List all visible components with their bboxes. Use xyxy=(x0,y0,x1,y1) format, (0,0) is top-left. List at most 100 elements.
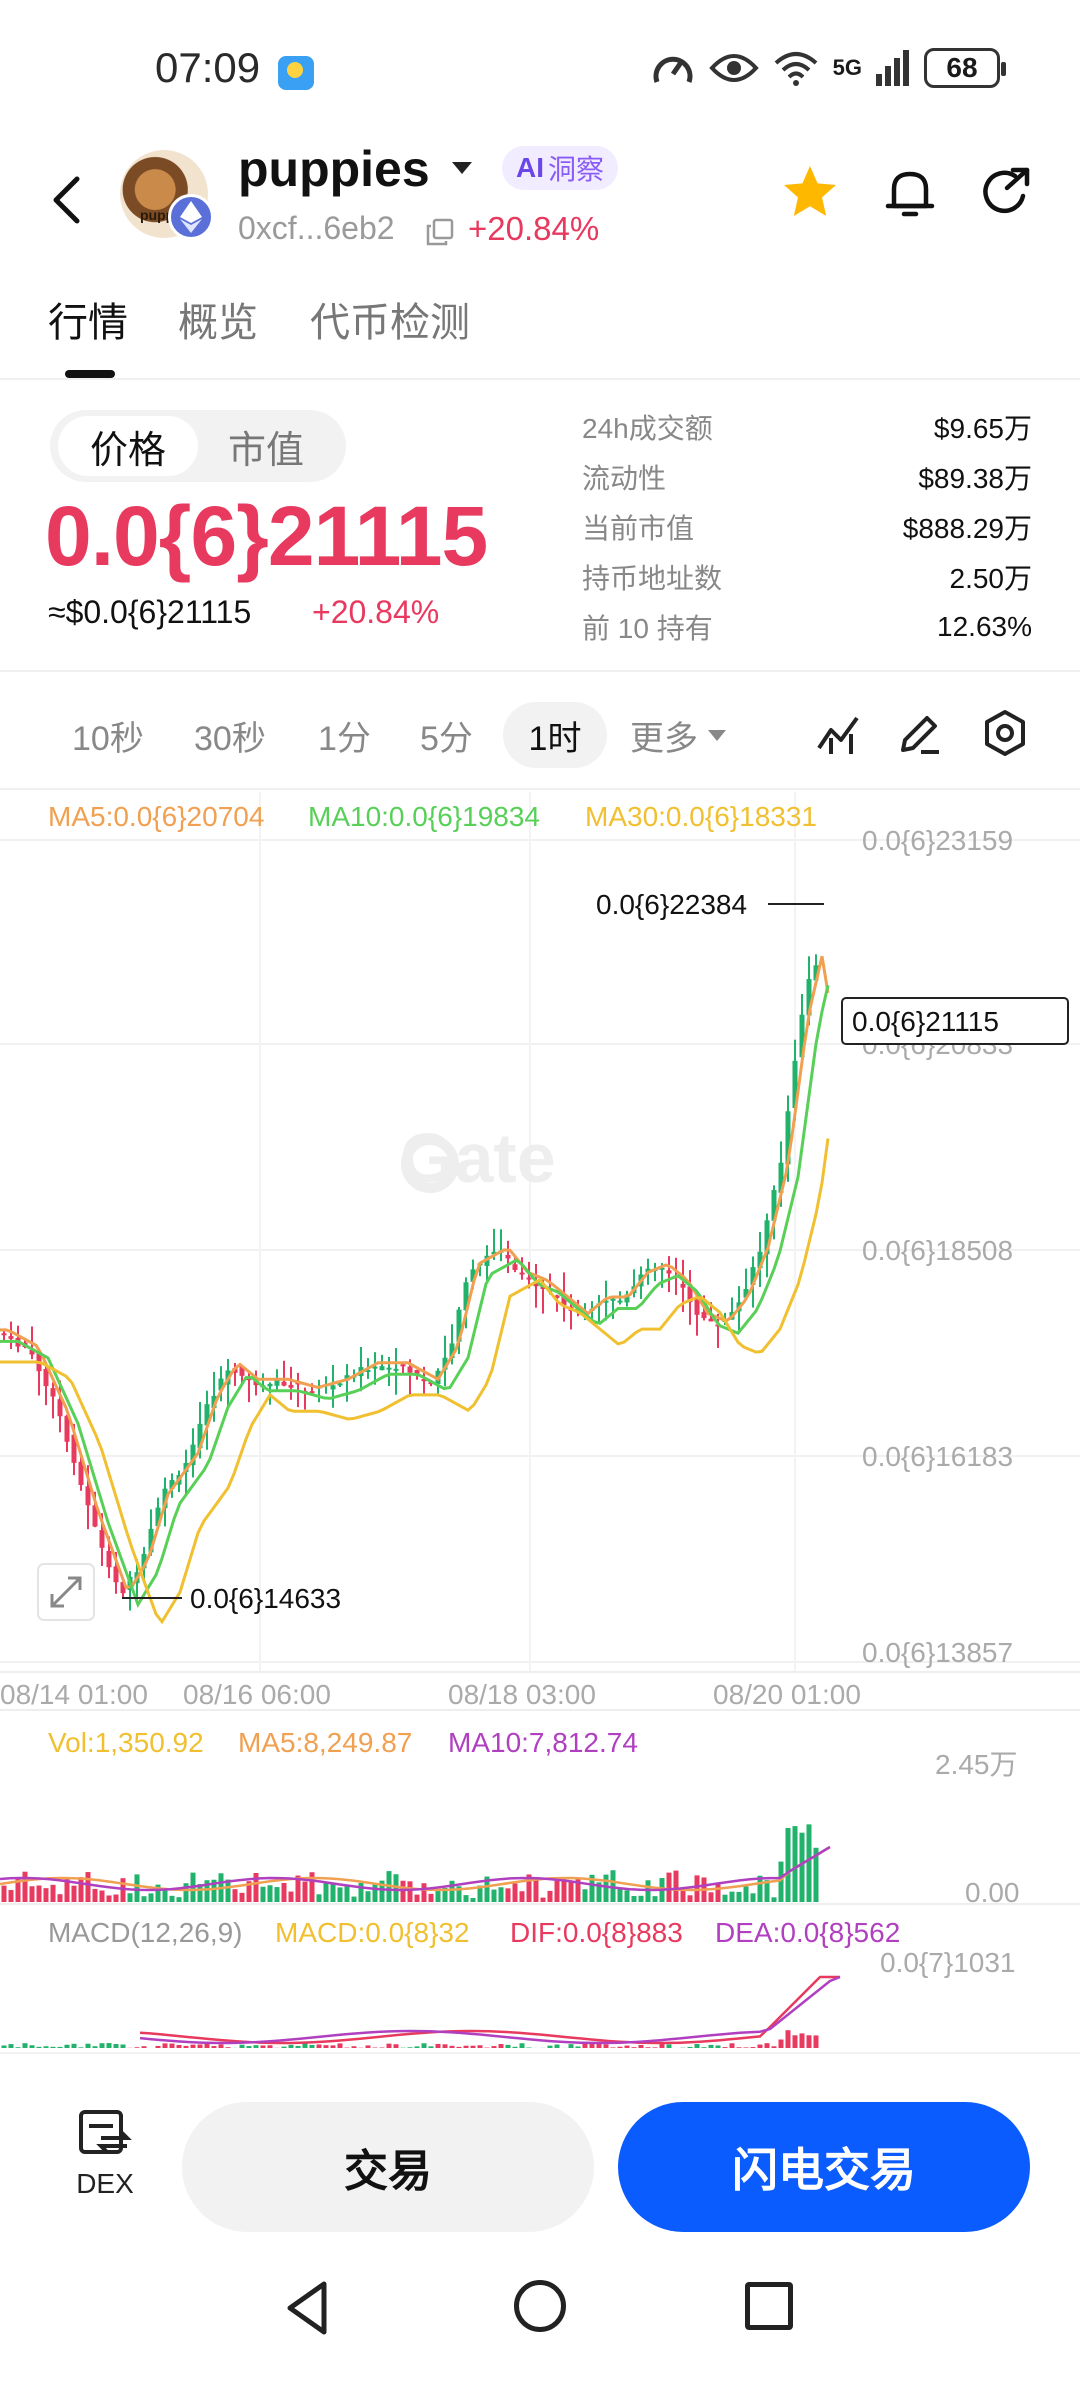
macd-bar xyxy=(155,2045,161,2048)
high-price-label: 0.0{6}22384 xyxy=(596,889,747,920)
ai-badge-prefix: AI xyxy=(516,152,544,183)
bell-icon[interactable] xyxy=(880,162,940,222)
candle-body xyxy=(43,1368,49,1387)
interval-30s[interactable]: 30秒 xyxy=(194,702,266,768)
dex-label: DEX xyxy=(76,2168,134,2199)
macd-bar xyxy=(85,2043,91,2048)
macd-bar xyxy=(71,2043,77,2048)
macd-legend: MACD(12,26,9) xyxy=(48,1917,243,1948)
macd-bar xyxy=(176,2044,182,2048)
candle-body xyxy=(337,1383,343,1386)
ai-insight-badge[interactable]: AI 洞察 xyxy=(502,146,619,190)
interval-5m[interactable]: 5分 xyxy=(420,702,473,768)
volume-bar xyxy=(29,1886,35,1902)
volume-bar xyxy=(8,1890,14,1902)
price-chart[interactable]: Gate MA5:0.0{6}20704 MA10:0.0{6}19834 MA… xyxy=(0,792,1080,2052)
tab-token-check[interactable]: 代币检测 xyxy=(310,290,470,348)
volume-bar xyxy=(540,1897,546,1902)
macd-bar xyxy=(211,2046,217,2048)
candle-body xyxy=(680,1283,686,1288)
token-name[interactable]: puppies xyxy=(238,140,430,198)
macd-bar xyxy=(218,2044,224,2048)
volume-bar xyxy=(330,1883,336,1902)
draw-icon[interactable] xyxy=(895,708,945,758)
macd-bar xyxy=(253,2045,259,2048)
macd-bar xyxy=(43,2046,49,2048)
macd-bar xyxy=(729,2043,735,2048)
tab-market[interactable]: 行情 xyxy=(48,290,128,348)
macd-bar xyxy=(463,2045,469,2048)
chart-svg[interactable]: Gate MA5:0.0{6}20704 MA10:0.0{6}19834 MA… xyxy=(0,792,1080,2052)
volume-bar xyxy=(743,1886,749,1902)
candle-body xyxy=(400,1364,406,1367)
star-icon[interactable] xyxy=(780,162,840,222)
nav-home-icon[interactable] xyxy=(514,2280,566,2332)
caret-down-icon[interactable] xyxy=(452,162,472,174)
interval-1h[interactable]: 1时 xyxy=(503,702,607,768)
volume-legend: Vol:1,350.92 xyxy=(48,1727,204,1758)
candle-body xyxy=(379,1366,385,1371)
share-icon[interactable] xyxy=(975,162,1035,222)
toggle-price[interactable]: 价格 xyxy=(58,416,198,476)
bottom-action-bar: DEX 交易 闪电交易 xyxy=(0,2052,1080,2232)
interval-more[interactable]: 更多 xyxy=(630,702,726,768)
macd-bar xyxy=(197,2044,203,2048)
macd-value-legend: MACD:0.0{8}32 xyxy=(275,1917,470,1948)
macd-bar xyxy=(1,2045,7,2048)
indicator-icon[interactable] xyxy=(815,708,865,758)
macd-bar xyxy=(456,2046,462,2048)
macd-bar xyxy=(512,2046,518,2048)
macd-bar xyxy=(631,2047,637,2048)
macd-series xyxy=(1,1975,841,2048)
macd-bar xyxy=(64,2044,70,2048)
ma5-legend: MA5:0.0{6}20704 xyxy=(48,801,264,832)
volume-bar xyxy=(148,1893,154,1902)
macd-bar xyxy=(190,2044,196,2048)
volume-bar xyxy=(99,1890,105,1902)
macd-bar xyxy=(645,2047,651,2048)
stat-row: 持币地址数 2.50万 xyxy=(582,552,1032,602)
macd-bar xyxy=(694,2043,700,2048)
flash-trade-button[interactable]: 闪电交易 xyxy=(618,2102,1030,2232)
copy-icon[interactable] xyxy=(426,218,454,246)
volume-bar xyxy=(267,1885,273,1902)
volume-ma5-legend: MA5:8,249.87 xyxy=(238,1727,412,1758)
nav-back-icon[interactable] xyxy=(280,2278,340,2338)
dex-button[interactable]: DEX xyxy=(60,2108,150,2218)
date-tick: 08/20 01:00 xyxy=(713,1679,861,1710)
volume-bar xyxy=(771,1897,777,1902)
volume-bar xyxy=(631,1896,637,1902)
expand-chart-button[interactable] xyxy=(37,1563,95,1621)
macd-bar xyxy=(568,2044,574,2048)
tab-overview[interactable]: 概览 xyxy=(178,290,258,348)
trade-button[interactable]: 交易 xyxy=(182,2102,594,2232)
speed-icon xyxy=(653,56,693,83)
volume-bar xyxy=(750,1893,756,1902)
candle-body xyxy=(610,1298,616,1301)
settings-icon[interactable] xyxy=(980,708,1030,758)
macd-bar xyxy=(15,2047,21,2048)
stat-value: $9.65万 xyxy=(933,413,1032,444)
candle-body xyxy=(386,1367,392,1370)
volume-bar xyxy=(36,1885,42,1902)
ai-badge-label: 洞察 xyxy=(548,154,605,185)
ethereum-icon xyxy=(180,201,202,233)
volume-ma10-legend: MA10:7,812.74 xyxy=(448,1727,638,1758)
nav-recents-icon[interactable] xyxy=(745,2282,793,2330)
interval-10s[interactable]: 10秒 xyxy=(72,702,144,768)
back-button[interactable] xyxy=(40,165,92,235)
macd-bar xyxy=(162,2043,168,2048)
toggle-market-cap[interactable]: 市值 xyxy=(196,416,336,476)
volume-bar xyxy=(652,1896,658,1902)
macd-bar xyxy=(281,2046,287,2048)
macd-bar xyxy=(337,2043,343,2048)
interval-1m[interactable]: 1分 xyxy=(318,702,371,768)
wifi-icon xyxy=(774,52,817,86)
volume-bar xyxy=(400,1880,406,1902)
eye-icon xyxy=(708,54,759,82)
volume-bar xyxy=(169,1895,175,1902)
candle-body xyxy=(85,1486,91,1506)
caret-down-icon xyxy=(708,729,726,741)
volume-bar xyxy=(344,1885,350,1902)
macd-bar xyxy=(99,2043,105,2048)
